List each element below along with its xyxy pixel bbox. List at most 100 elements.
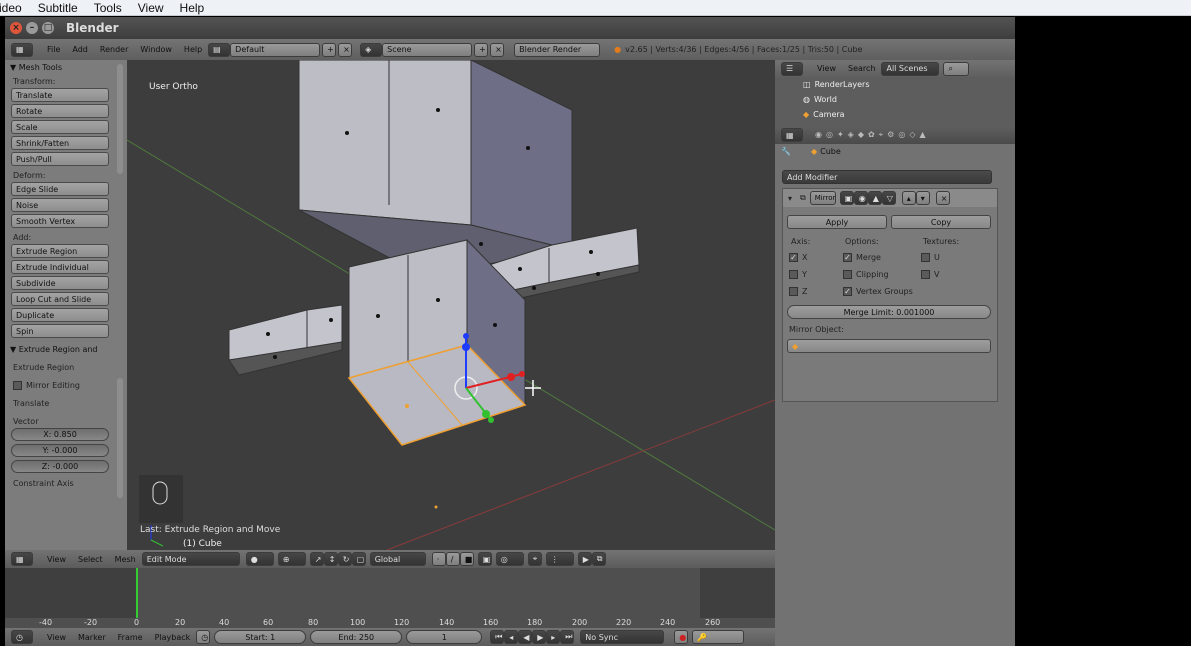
- menu-render[interactable]: Render: [100, 45, 128, 54]
- scale-button[interactable]: Scale: [11, 120, 109, 134]
- jump-end-icon[interactable]: ⏭: [560, 630, 575, 644]
- add-scene-icon[interactable]: +: [474, 42, 489, 57]
- show-render-icon[interactable]: ▣: [839, 191, 854, 205]
- mode-select[interactable]: Edit Mode: [141, 552, 240, 566]
- sync-select[interactable]: No Sync: [580, 630, 665, 644]
- duplicate-button[interactable]: Duplicate: [11, 308, 109, 322]
- editor-type-icon[interactable]: ▦: [11, 42, 33, 57]
- menu-add[interactable]: Add: [72, 45, 88, 54]
- texture-v-option[interactable]: V: [921, 270, 939, 279]
- occlude-icon[interactable]: ▣: [477, 552, 492, 566]
- menu-help[interactable]: Help: [180, 1, 205, 15]
- snap-icon[interactable]: ⌖: [527, 552, 542, 566]
- outliner-item-renderlayers[interactable]: ◫ RenderLayers: [775, 77, 1015, 92]
- menu-tools[interactable]: Tools: [94, 1, 122, 15]
- manipulator-icon[interactable]: ↗: [309, 552, 324, 566]
- 3d-viewport[interactable]: User Ortho Last: Extrude Region and Move…: [127, 60, 775, 550]
- menu-view-timeline[interactable]: View: [47, 633, 66, 642]
- axis-x-checkbox[interactable]: ✓: [789, 253, 798, 262]
- subdivide-button[interactable]: Subdivide: [11, 276, 109, 290]
- menu-marker[interactable]: Marker: [78, 633, 106, 642]
- show-viewport-icon[interactable]: ◉: [853, 191, 868, 205]
- layout-select[interactable]: Default: [230, 42, 321, 57]
- outliner-search-icon[interactable]: ⌕: [943, 61, 970, 76]
- vertex-select-icon[interactable]: ·: [431, 552, 446, 566]
- add-modifier-select[interactable]: Add Modifier: [782, 170, 992, 184]
- axis-z-checkbox[interactable]: [789, 287, 798, 296]
- current-frame-field[interactable]: 1: [406, 630, 483, 644]
- extrude-operator-header[interactable]: ▼ Extrude Region and: [5, 342, 127, 356]
- menu-select[interactable]: Select: [78, 555, 103, 564]
- extrude-individual-button[interactable]: Extrude Individual: [11, 260, 109, 274]
- snap-target-icon[interactable]: ⋮: [545, 552, 574, 566]
- orientation-select[interactable]: Global: [369, 552, 426, 566]
- mesh-tools-header[interactable]: ▼ Mesh Tools: [5, 60, 127, 74]
- vertex-groups-option[interactable]: ✓ Vertex Groups: [843, 287, 913, 296]
- menu-playback[interactable]: Playback: [155, 633, 191, 642]
- editor-type-icon[interactable]: ☰: [781, 61, 803, 76]
- rotate-button[interactable]: Rotate: [11, 104, 109, 118]
- vector-z-field[interactable]: Z: -0.000: [11, 460, 109, 473]
- modifier-name-field[interactable]: Mirror: [809, 191, 836, 205]
- menu-view-3d[interactable]: View: [47, 555, 66, 564]
- outliner-item-world[interactable]: ◍ World: [775, 92, 1015, 107]
- copy-button[interactable]: Copy: [891, 215, 991, 229]
- texture-u-checkbox[interactable]: [921, 253, 930, 262]
- preview-range-icon[interactable]: ◷: [196, 630, 211, 644]
- record-icon[interactable]: ●: [674, 630, 689, 644]
- menu-window[interactable]: Window: [140, 45, 172, 54]
- next-keyframe-icon[interactable]: ▸: [546, 630, 561, 644]
- pivot-icon[interactable]: ⊕: [277, 552, 306, 566]
- mirror-editing-checkbox[interactable]: [13, 380, 22, 390]
- prev-keyframe-icon[interactable]: ◂: [504, 630, 519, 644]
- axis-y-option[interactable]: Y: [789, 270, 807, 279]
- layout-icon[interactable]: ▤: [208, 42, 231, 57]
- remove-scene-icon[interactable]: ×: [490, 42, 505, 57]
- scene-icon[interactable]: ◈: [360, 42, 383, 57]
- close-icon[interactable]: ×: [10, 22, 22, 34]
- move-up-icon[interactable]: ▴: [901, 191, 916, 205]
- texture-u-option[interactable]: U: [921, 253, 940, 262]
- menu-frame[interactable]: Frame: [118, 633, 143, 642]
- render-engine-select[interactable]: Blender Render: [514, 42, 601, 57]
- menu-view-outliner[interactable]: View: [817, 64, 836, 73]
- menu-view[interactable]: View: [138, 1, 164, 15]
- proportional-icon[interactable]: ◎: [495, 552, 524, 566]
- merge-checkbox[interactable]: ✓: [843, 253, 852, 262]
- vector-x-field[interactable]: X: 0.850: [11, 428, 109, 441]
- edge-select-icon[interactable]: /: [445, 552, 460, 566]
- operator-panel-scrollbar[interactable]: [117, 378, 123, 498]
- outliner-filter-select[interactable]: All Scenes: [881, 61, 940, 76]
- spin-button[interactable]: Spin: [11, 324, 109, 338]
- menu-subtitle[interactable]: Subtitle: [38, 1, 78, 15]
- play-reverse-icon[interactable]: ◀: [518, 630, 533, 644]
- tool-shelf-scrollbar[interactable]: [117, 64, 123, 174]
- extrude-region-button[interactable]: Extrude Region: [11, 244, 109, 258]
- menu-video[interactable]: ideo: [0, 1, 22, 15]
- menu-help-blender[interactable]: Help: [184, 45, 202, 54]
- axis-z-option[interactable]: Z: [789, 287, 807, 296]
- translate-button[interactable]: Translate: [11, 88, 109, 102]
- move-down-icon[interactable]: ▾: [915, 191, 930, 205]
- play-icon[interactable]: ▶: [532, 630, 547, 644]
- apply-button[interactable]: Apply: [787, 215, 887, 229]
- menu-search[interactable]: Search: [848, 64, 875, 73]
- remove-modifier-icon[interactable]: ×: [935, 191, 950, 205]
- axis-y-checkbox[interactable]: [789, 270, 798, 279]
- editor-type-icon[interactable]: ▦: [11, 552, 33, 566]
- axis-x-option[interactable]: ✓ X: [789, 253, 807, 262]
- scale-manip-icon[interactable]: ▢: [351, 552, 366, 566]
- merge-limit-field[interactable]: Merge Limit: 0.001000: [787, 305, 991, 319]
- start-frame-field[interactable]: Start: 1: [214, 630, 307, 644]
- end-frame-field[interactable]: End: 250: [310, 630, 403, 644]
- menu-mesh[interactable]: Mesh: [115, 555, 136, 564]
- push-pull-button[interactable]: Push/Pull: [11, 152, 109, 166]
- timeline[interactable]: -40 -20 0 20 40 60 80 100 120 140 160 18…: [5, 568, 775, 628]
- add-layout-icon[interactable]: +: [322, 42, 337, 57]
- mirror-object-field[interactable]: ◆: [787, 339, 991, 353]
- clipping-option[interactable]: Clipping: [843, 270, 889, 279]
- vector-y-field[interactable]: Y: -0.000: [11, 444, 109, 457]
- shrink-fatten-button[interactable]: Shrink/Fatten: [11, 136, 109, 150]
- merge-option[interactable]: ✓ Merge: [843, 253, 881, 262]
- shading-icon[interactable]: ●: [245, 552, 274, 566]
